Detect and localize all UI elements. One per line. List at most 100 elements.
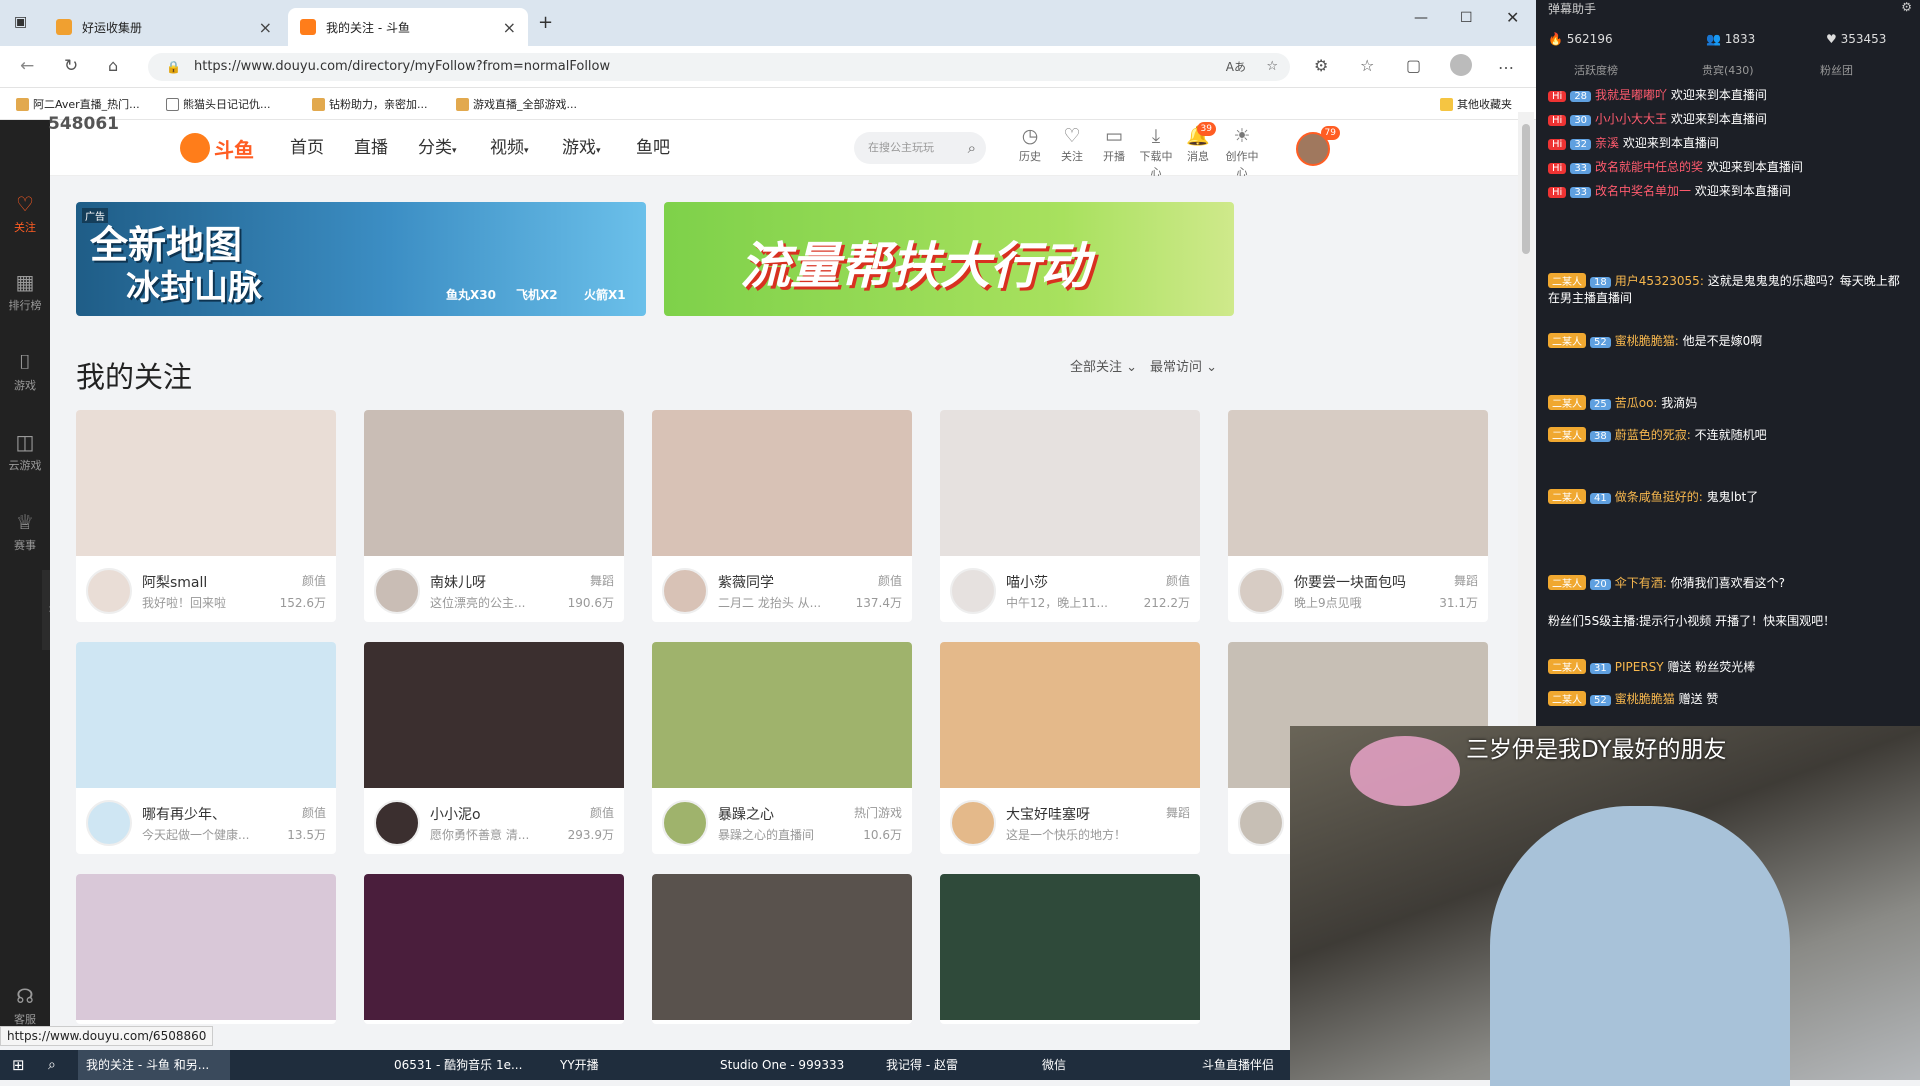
nav-live[interactable]: 直播: [354, 120, 388, 176]
taskbar-item[interactable]: 06531 - 酷狗音乐 1e...: [386, 1050, 538, 1080]
taskbar-item[interactable]: 微信: [1034, 1050, 1074, 1080]
user-name[interactable]: 做条咸鱼挺好的:: [1615, 490, 1703, 504]
close-icon[interactable]: ×: [503, 18, 516, 37]
nav-category[interactable]: 分类▾: [418, 120, 457, 179]
user-name[interactable]: PIPERSY: [1615, 660, 1664, 674]
streamer-name[interactable]: 小小泥o: [430, 804, 481, 824]
search-icon[interactable]: ⌕: [40, 1050, 64, 1080]
stream-thumbnail[interactable]: [940, 410, 1200, 556]
stream-thumbnail[interactable]: [76, 410, 336, 556]
avatar[interactable]: [662, 568, 708, 614]
extensions-icon[interactable]: ⚙: [1314, 56, 1328, 75]
tab-active[interactable]: 我的关注 - 斗鱼 ×: [288, 8, 528, 46]
follow-card[interactable]: 阿梨small 颜值 我好啦！回来啦 152.6万: [76, 410, 336, 622]
tab-actions-icon[interactable]: ▣: [14, 14, 27, 30]
scrollbar-thumb[interactable]: [1522, 124, 1530, 254]
follow-card[interactable]: 大宝好哇塞呀 舞蹈 这是一个快乐的地方！: [940, 642, 1200, 854]
profile-icon[interactable]: [1450, 54, 1472, 76]
streamer-name[interactable]: 哪有再少年、: [142, 804, 226, 824]
taskbar-item[interactable]: YY开播: [552, 1050, 607, 1080]
avatar[interactable]: [1238, 800, 1284, 846]
bookmark-item[interactable]: 钻粉助力，亲密加...: [312, 96, 428, 112]
user-avatar[interactable]: 79: [1296, 126, 1340, 166]
minimize-icon[interactable]: —: [1414, 10, 1428, 26]
user-name[interactable]: 小小小大大王: [1595, 112, 1667, 126]
follow-card[interactable]: 南妹儿呀 舞蹈 这位漂亮的公主... 190.6万: [364, 410, 624, 622]
bookmark-item[interactable]: 熊猫头日记记仇...: [166, 96, 271, 112]
avatar[interactable]: [374, 568, 420, 614]
taskbar-item[interactable]: Studio One - 999333: [712, 1050, 852, 1080]
more-icon[interactable]: …: [1498, 54, 1514, 73]
stream-thumbnail[interactable]: [364, 410, 624, 556]
tab-vip[interactable]: 贵宾(430): [1702, 62, 1754, 78]
user-name[interactable]: 改名就能中任总的奖: [1595, 160, 1703, 174]
refresh-icon[interactable]: ↻: [64, 56, 78, 76]
tab-activity-rank[interactable]: 活跃度榜: [1574, 62, 1618, 78]
taskbar-item[interactable]: 我记得 - 赵雷: [878, 1050, 966, 1080]
collections-icon[interactable]: ▢: [1406, 56, 1421, 75]
tab-fan-club[interactable]: 粉丝团: [1820, 62, 1853, 78]
follow-card[interactable]: 哪有再少年、 颜值 今天起做一个健康... 13.5万: [76, 642, 336, 854]
streamer-name[interactable]: 你要尝一块面包吗: [1294, 572, 1406, 592]
streamer-name[interactable]: 紫薇同学: [718, 572, 774, 592]
streamer-name[interactable]: 阿梨small: [142, 572, 207, 592]
sidebar-item-rank[interactable]: ▦ 排行榜: [0, 270, 50, 313]
follow-card[interactable]: iu可可爱 热门游戏: [364, 874, 624, 1024]
follow-card[interactable]: 小小泥o 颜值 愿你勇怀善意 清... 293.9万: [364, 642, 624, 854]
user-name[interactable]: 用户45323055:: [1615, 274, 1704, 288]
follow-card[interactable]: 喵小莎 颜值 中午12，晚上11... 212.2万: [940, 410, 1200, 622]
user-name[interactable]: 我就是嘟嘟吖: [1595, 88, 1667, 102]
url-input[interactable]: 🔒 https://www.douyu.com/directory/myFoll…: [148, 53, 1290, 81]
header-start-live[interactable]: ▭ 开播: [1094, 124, 1134, 164]
search-input[interactable]: 在搜公主玩玩 ⌕: [854, 132, 986, 164]
close-icon[interactable]: ×: [259, 18, 272, 37]
follow-card[interactable]: 暴躁之心 热门游戏 暴躁之心的直播间 10.6万: [652, 642, 912, 854]
sidebar-item-cloud-games[interactable]: ◫ 云游戏: [0, 430, 50, 473]
stream-thumbnail[interactable]: [940, 874, 1200, 1020]
streamer-name[interactable]: 喵小莎: [1006, 572, 1048, 592]
header-follow[interactable]: ♡ 关注: [1052, 124, 1092, 164]
stream-thumbnail[interactable]: [76, 874, 336, 1020]
user-name[interactable]: 蜜桃脆脆猫:: [1615, 334, 1679, 348]
avatar[interactable]: [662, 800, 708, 846]
settings-icon[interactable]: ⚙: [1901, 0, 1912, 14]
nav-video[interactable]: 视频▾: [490, 120, 529, 179]
stream-thumbnail[interactable]: [1228, 410, 1488, 556]
streamer-name[interactable]: 大宝好哇塞呀: [1006, 804, 1090, 824]
avatar[interactable]: [950, 800, 996, 846]
search-icon[interactable]: ⌕: [968, 132, 976, 164]
follow-card[interactable]: 只妹儿小霸王 热门游戏: [940, 874, 1200, 1024]
avatar[interactable]: [374, 800, 420, 846]
nav-yuba[interactable]: 鱼吧: [636, 120, 670, 176]
sidebar-item-games[interactable]: ⌷ 游戏: [0, 350, 50, 393]
header-creator-center[interactable]: ☀ 创作中心: [1222, 124, 1262, 180]
home-icon[interactable]: ⌂: [108, 56, 118, 75]
header-download[interactable]: ⤓ 下载中心: [1136, 124, 1176, 180]
header-messages[interactable]: 🔔 消息 39: [1178, 122, 1218, 164]
sidebar-item-support[interactable]: ☊ 客服: [0, 984, 50, 1027]
stream-thumbnail[interactable]: [76, 642, 336, 788]
follow-card[interactable]: 帅宝Serena 音乐: [652, 874, 912, 1024]
user-name[interactable]: 苦瓜oo:: [1615, 396, 1658, 410]
user-name[interactable]: 蔚蓝色的死寂:: [1615, 428, 1691, 442]
ad-banner-map[interactable]: 广告 全新地图 冰封山脉 鱼丸X30 飞机X2 火箭X1: [76, 202, 646, 316]
douyu-logo[interactable]: 斗鱼: [180, 130, 258, 166]
filter-most-visited[interactable]: 最常访问 ⌄: [1150, 356, 1217, 375]
user-name[interactable]: 亲溪: [1595, 136, 1619, 150]
stream-thumbnail[interactable]: [652, 874, 912, 1020]
new-tab-icon[interactable]: +: [538, 12, 553, 33]
follow-card[interactable]: 呀 舞蹈: [76, 874, 336, 1024]
stream-thumbnail[interactable]: [940, 642, 1200, 788]
follow-card[interactable]: 紫薇同学 颜值 二月二 龙抬头 从... 137.4万: [652, 410, 912, 622]
avatar[interactable]: [86, 800, 132, 846]
sidebar-item-follow[interactable]: ♡ 关注: [0, 192, 50, 235]
read-aloud-icon[interactable]: Aあ: [1226, 53, 1246, 81]
avatar[interactable]: [1238, 568, 1284, 614]
user-name[interactable]: 改名中奖名单加一: [1595, 184, 1691, 198]
stream-thumbnail[interactable]: [652, 642, 912, 788]
filter-all-follow[interactable]: 全部关注 ⌄: [1070, 356, 1137, 375]
stream-thumbnail[interactable]: [652, 410, 912, 556]
tab-inactive[interactable]: 好运收集册 ×: [44, 8, 284, 46]
user-name[interactable]: 伞下有酒:: [1615, 576, 1667, 590]
taskbar-item[interactable]: 斗鱼直播伴侣: [1194, 1050, 1282, 1080]
